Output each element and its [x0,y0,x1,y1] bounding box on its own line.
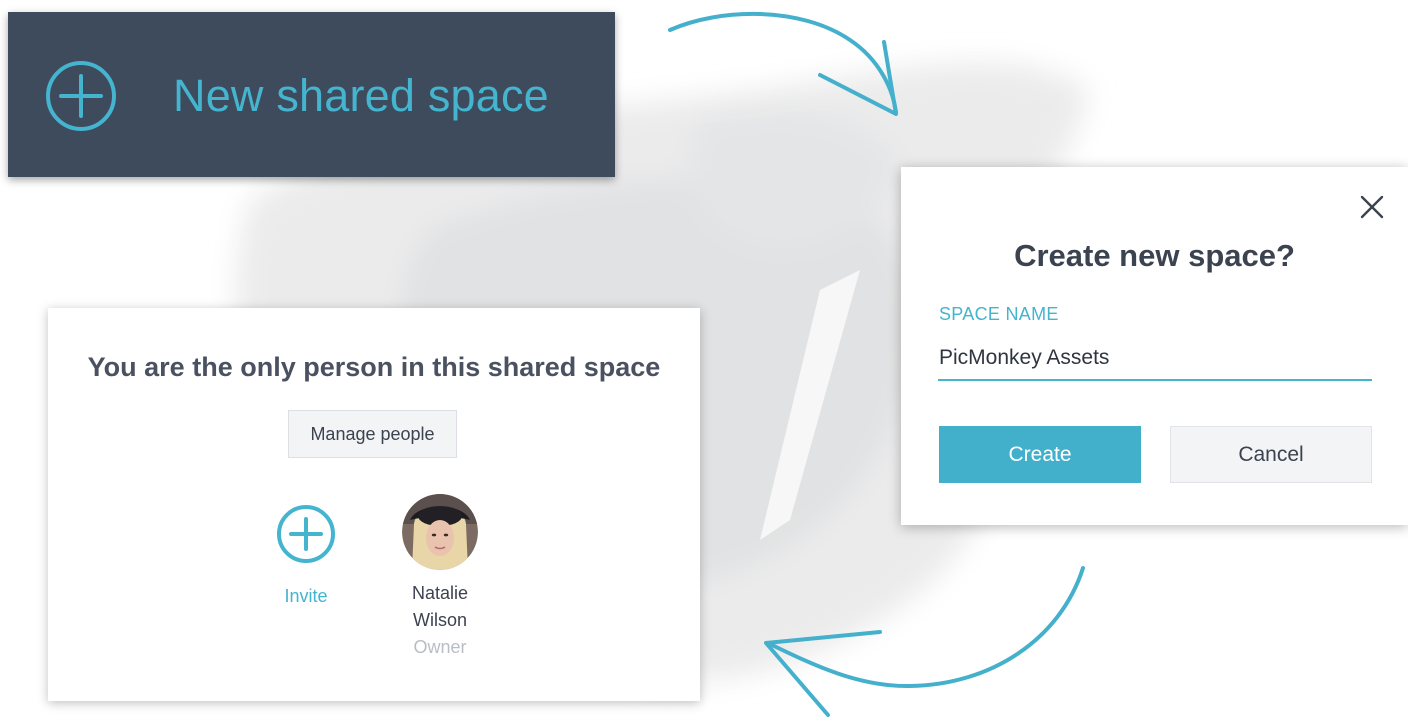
member-role: Owner [413,637,467,657]
shared-space-card: You are the only person in this shared s… [48,308,700,701]
new-shared-space-button[interactable]: New shared space [8,12,615,177]
member-name: Natalie Wilson [411,583,469,630]
create-button[interactable]: Create [939,426,1141,483]
member-item: Natalie Wilson Owner [390,494,490,660]
space-name-label: SPACE NAME [939,304,1059,324]
plus-circle-icon [46,61,116,131]
close-icon[interactable] [1358,193,1386,221]
shared-space-heading: You are the only person in this shared s… [87,352,661,382]
cancel-button[interactable]: Cancel [1170,426,1372,483]
create-space-dialog: Create new space? SPACE NAME Create Canc… [901,167,1408,525]
plus-circle-icon [277,505,335,563]
dialog-title: Create new space? [1014,238,1295,273]
new-shared-space-label: New shared space [173,70,549,121]
invite-label: Invite [284,586,328,606]
space-name-input[interactable] [938,337,1372,381]
avatar [402,494,478,570]
invite-button[interactable]: Invite [266,504,346,607]
manage-people-button[interactable]: Manage people [288,410,457,458]
